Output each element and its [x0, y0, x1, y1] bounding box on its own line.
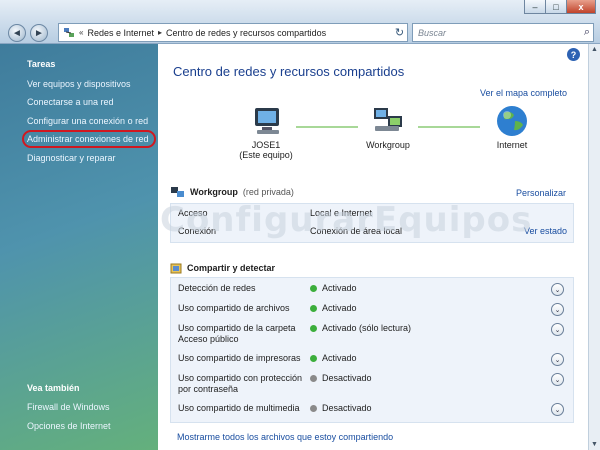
expand-button[interactable]: ⌄ [551, 373, 564, 386]
breadcrumb-network-center[interactable]: Centro de redes y recursos compartidos [166, 28, 326, 38]
sidebar-see-also-title: Vea también [27, 383, 80, 393]
sharing-status: Desactivado [322, 403, 372, 413]
breadcrumb-separator-icon[interactable]: ▸ [158, 28, 162, 37]
access-value: Local e Internet [310, 208, 373, 218]
sidebar-item-view-computers[interactable]: Ver equipos y dispositivos [27, 79, 131, 89]
refresh-button[interactable]: ↻ [391, 23, 408, 42]
computer-name: JOSE1 [251, 140, 281, 150]
sidebar: Tareas Ver equipos y dispositivos Conect… [0, 44, 158, 450]
expand-button[interactable]: ⌄ [551, 403, 564, 416]
map-network[interactable]: Workgroup [358, 104, 418, 150]
sharing-status: Desactivado [322, 373, 372, 383]
sharing-label: Detección de redes [178, 283, 256, 293]
refresh-icon: ↻ [394, 27, 405, 39]
view-status-link[interactable]: Ver estado [524, 226, 567, 236]
network-name: Workgroup [366, 140, 410, 150]
network-icon [374, 108, 402, 131]
close-button[interactable]: x [566, 0, 596, 14]
search-placeholder: Buscar [418, 27, 447, 38]
minimize-button[interactable]: – [524, 0, 546, 14]
sharing-icon [170, 263, 182, 274]
expand-button[interactable]: ⌄ [551, 353, 564, 366]
sidebar-item-diagnose-repair[interactable]: Diagnosticar y reparar [27, 153, 116, 163]
sidebar-tasks-title: Tareas [27, 59, 56, 69]
title-bar: – □ x ◄ ► « Redes e Internet ▸ Centro de… [0, 0, 600, 44]
status-on-icon [310, 324, 317, 332]
sharing-label: Uso compartido de la carpeta Acceso públ… [178, 323, 296, 344]
map-computer[interactable]: JOSE1 (Este equipo) [236, 104, 296, 160]
status-off-icon [310, 404, 317, 412]
map-link-line [418, 126, 480, 128]
sharing-label: Uso compartido de archivos [178, 303, 290, 313]
network-center-icon [64, 28, 74, 37]
scroll-up-icon[interactable]: ▲ [591, 46, 598, 53]
connection-value: Conexión de área local [310, 226, 403, 236]
address-bar[interactable]: « Redes e Internet ▸ Centro de redes y r… [58, 23, 408, 42]
sharing-status: Activado [322, 283, 357, 293]
sidebar-item-setup-connection[interactable]: Configurar una conexión o red [27, 116, 148, 126]
help-icon[interactable]: ? [567, 48, 580, 61]
access-label: Acceso [178, 208, 208, 218]
sharing-status: Activado [322, 353, 357, 363]
network-section-type: (red privada) [242, 187, 294, 197]
sharing-label: Uso compartido de multimedia [178, 403, 300, 413]
sharing-section-header: Compartir y detectar [170, 262, 574, 274]
breadcrumb-overflow-icon[interactable]: « [79, 28, 83, 37]
sidebar-item-firewall[interactable]: Firewall de Windows [27, 402, 110, 412]
back-arrow-icon: ◄ [12, 27, 22, 39]
sharing-status: Activado [322, 303, 357, 313]
back-button[interactable]: ◄ [8, 24, 26, 42]
breadcrumb-redes-internet[interactable]: Redes e Internet [87, 28, 154, 38]
map-internet[interactable]: Internet [482, 104, 542, 150]
forward-arrow-icon: ► [34, 27, 44, 39]
search-icon[interactable]: ⌕ [584, 26, 590, 39]
expand-button[interactable]: ⌄ [551, 303, 564, 316]
forward-button[interactable]: ► [30, 24, 48, 42]
computer-icon [255, 108, 279, 134]
computer-subtitle: (Este equipo) [239, 150, 293, 160]
sharing-section-title: Compartir y detectar [187, 263, 276, 273]
globe-icon [497, 106, 527, 136]
network-section-name: Workgroup [190, 187, 238, 197]
map-link-line [296, 126, 358, 128]
internet-name: Internet [496, 140, 528, 150]
expand-button[interactable]: ⌄ [551, 323, 564, 336]
status-off-icon [310, 374, 317, 382]
search-input[interactable]: Buscar ⌕ [412, 23, 594, 42]
view-full-map-link[interactable]: Ver el mapa completo [480, 88, 567, 98]
show-shared-files-link[interactable]: Mostrarme todos los archivos que estoy c… [177, 432, 393, 442]
sharing-label: Uso compartido con protección por contra… [178, 373, 303, 394]
status-on-icon [310, 354, 317, 362]
connection-label: Conexión [178, 226, 217, 236]
sidebar-item-internet-options[interactable]: Opciones de Internet [27, 421, 111, 431]
page-title: Centro de redes y recursos compartidos [173, 64, 405, 79]
network-small-icon [171, 187, 184, 197]
customize-link[interactable]: Personalizar [516, 188, 566, 198]
status-on-icon [310, 284, 317, 292]
status-on-icon [310, 304, 317, 312]
network-section-header: Workgroup (red privada) [170, 186, 574, 198]
network-details-panel: Acceso Local e Internet Conexión Conexió… [170, 203, 574, 243]
scrollbar[interactable]: ▲ ▼ [588, 44, 600, 450]
sharing-label: Uso compartido de impresoras [178, 353, 301, 363]
scroll-down-icon[interactable]: ▼ [591, 441, 598, 448]
maximize-button[interactable]: □ [545, 0, 567, 14]
sharing-status: Activado (sólo lectura) [322, 323, 412, 333]
sharing-panel: Detección de redes Activado ⌄ Uso compar… [170, 277, 574, 423]
expand-button[interactable]: ⌄ [551, 283, 564, 296]
sidebar-item-connect-network[interactable]: Conectarse a una red [27, 97, 114, 107]
window-controls: – □ x [524, 0, 596, 14]
highlight-circle [22, 130, 156, 148]
